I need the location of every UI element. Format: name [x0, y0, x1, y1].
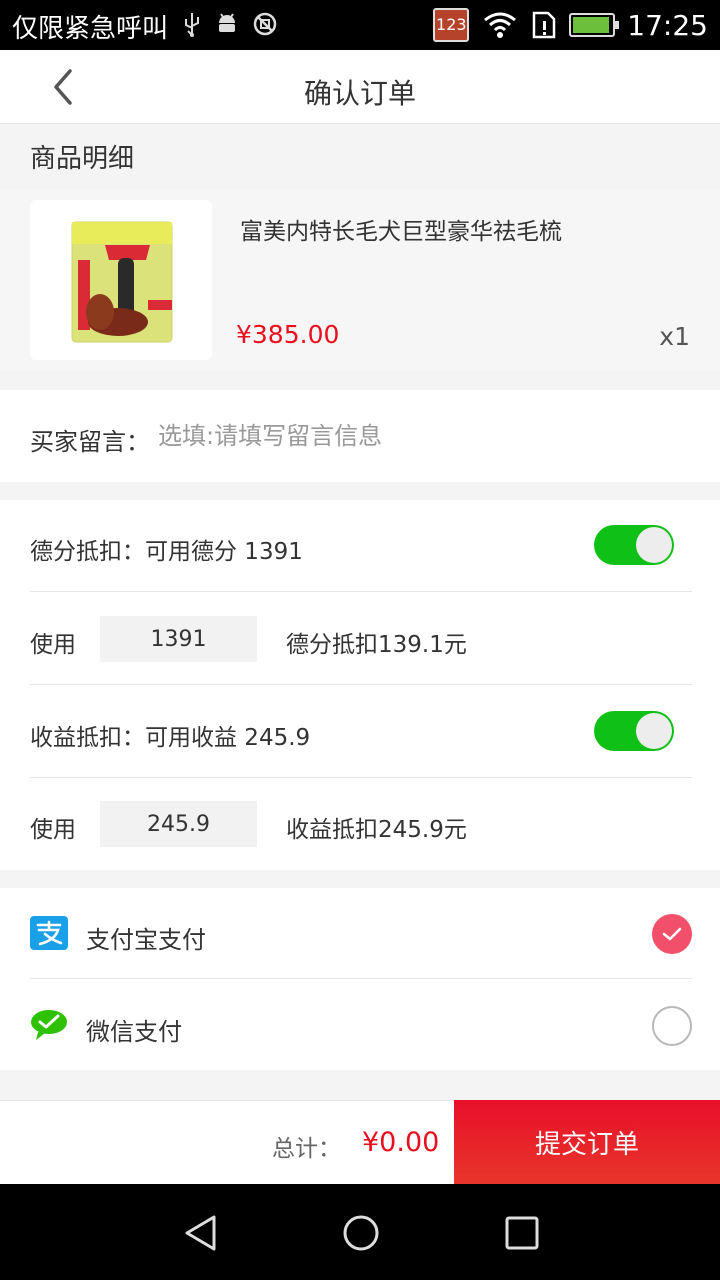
product-name: 富美内特长毛犬巨型豪华祛毛梳 — [240, 219, 562, 245]
product-image — [30, 200, 212, 360]
payment-method-section: 支付宝支付 微信支付 — [0, 888, 720, 1070]
carrier-text: 仅限紧急呼叫 — [12, 14, 169, 44]
alipay-radio-checked[interactable] — [652, 914, 692, 954]
status-left: 仅限紧急呼叫 — [12, 8, 278, 45]
points-deduction-row: 德分抵扣：可用德分 1391 — [30, 500, 692, 592]
checkmark-icon — [662, 927, 682, 941]
earnings-deduction-row: 收益抵扣：可用收益 245.9 — [30, 686, 692, 778]
product-price: ¥385.00 — [236, 320, 340, 349]
notification-badge: 123 — [433, 8, 470, 42]
alipay-label: 支付宝支付 — [86, 926, 206, 954]
status-bar: 仅限紧急呼叫 123 17:25 — [0, 0, 720, 50]
wifi-icon — [484, 12, 517, 38]
top-nav-bar: 确认订单 — [0, 50, 720, 124]
system-navigation-bar — [0, 1184, 720, 1280]
no-sim-icon — [252, 11, 278, 43]
total-label: 总计： — [272, 1136, 341, 1162]
earnings-use-label: 使用 — [30, 817, 76, 843]
wechat-radio-unchecked[interactable] — [652, 1006, 692, 1046]
product-item[interactable]: 富美内特长毛犬巨型豪华祛毛梳 ¥385.00 x1 — [0, 190, 720, 370]
android-icon — [216, 11, 238, 43]
points-deduction-note: 德分抵扣139.1元 — [286, 632, 467, 658]
checkout-bar: 总计： ¥0.00 提交订单 — [0, 1100, 720, 1185]
deduction-section: 德分抵扣：可用德分 1391 使用 德分抵扣139.1元 收益抵扣：可用收益 2… — [0, 500, 720, 870]
points-use-label: 使用 — [30, 632, 76, 658]
nav-back-icon[interactable] — [182, 1214, 220, 1252]
points-use-row: 使用 德分抵扣139.1元 — [30, 593, 692, 685]
nav-recent-apps-icon[interactable] — [505, 1216, 539, 1250]
points-use-input[interactable] — [100, 616, 257, 662]
status-right: 123 17:25 — [433, 8, 708, 42]
points-deduction-toggle[interactable] — [594, 525, 674, 565]
payment-option-wechat[interactable]: 微信支付 — [0, 980, 720, 1071]
battery-charging-icon — [569, 13, 620, 37]
nav-home-icon[interactable] — [342, 1214, 380, 1252]
points-deduction-label: 德分抵扣：可用德分 1391 — [30, 539, 303, 565]
clock: 17:25 — [627, 8, 708, 42]
earnings-use-input[interactable] — [100, 801, 257, 847]
sim-alert-icon — [533, 11, 556, 39]
wechat-icon — [31, 1010, 67, 1040]
product-section-title: 商品明细 — [30, 144, 135, 174]
alipay-icon — [30, 916, 68, 950]
earnings-use-row: 使用 收益抵扣245.9元 — [30, 778, 692, 870]
page-title: 确认订单 — [303, 77, 416, 110]
usb-icon — [182, 11, 202, 43]
buyer-message-row: 买家留言： — [0, 390, 720, 482]
total-value: ¥0.00 — [362, 1127, 440, 1158]
earnings-deduction-toggle[interactable] — [594, 711, 674, 751]
buyer-message-input[interactable] — [158, 418, 678, 454]
product-quantity: x1 — [659, 322, 690, 351]
wechat-label: 微信支付 — [86, 1018, 182, 1046]
submit-order-button[interactable]: 提交订单 — [454, 1100, 720, 1185]
earnings-deduction-label: 收益抵扣：可用收益 245.9 — [30, 725, 311, 751]
earnings-deduction-note: 收益抵扣245.9元 — [286, 817, 467, 843]
payment-option-alipay[interactable]: 支付宝支付 — [0, 888, 720, 979]
buyer-message-label: 买家留言： — [30, 428, 150, 456]
